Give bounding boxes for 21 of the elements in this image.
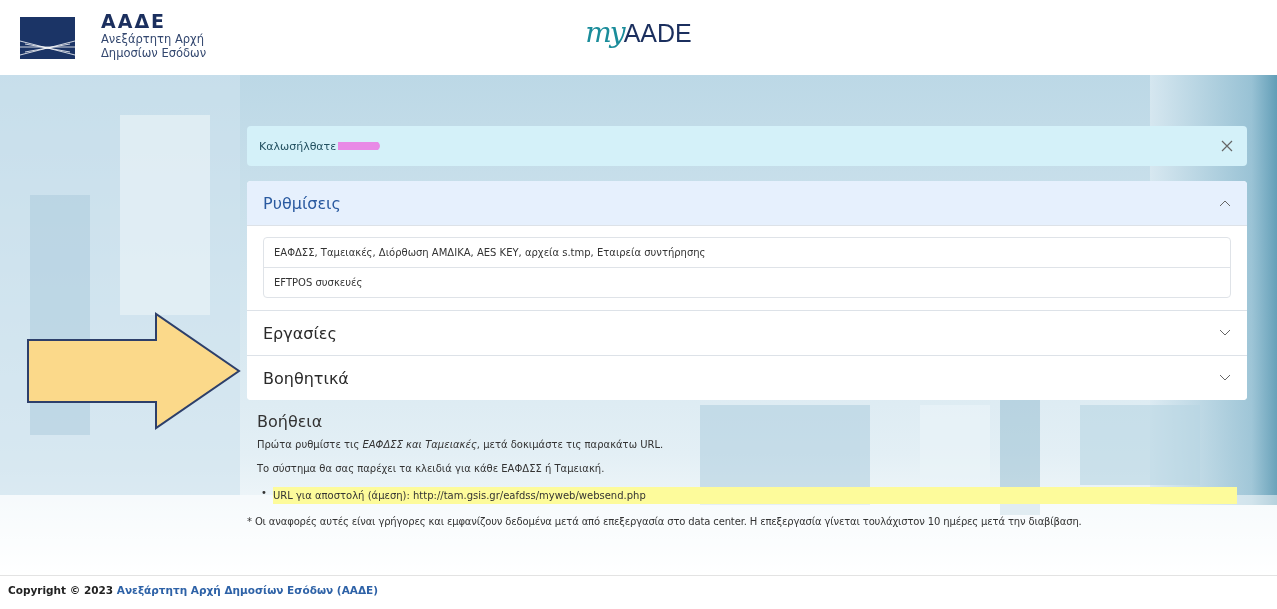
close-button[interactable] — [1219, 138, 1235, 154]
app-logo: myAADE — [585, 16, 692, 49]
accordion-header[interactable]: Ρυθμίσεις — [247, 181, 1247, 226]
org-name: Ανεξάρτητη Αρχή — [101, 31, 205, 46]
list-item[interactable]: ΕΑΦΔΣΣ, Ταμειακές, Διόρθωση ΑΜΔΙΚΑ, AES KEY, αρχεία s.tmp, Εταιρεία συντήρησης — [264, 238, 1230, 267]
list-item[interactable]: EFTPOS συσκευές — [264, 267, 1230, 297]
footnote: * Οι αναφορές αυτές είναι γρήγορες και εμφανίζουν δεδομένα μετά από επεξεργασία στο data center. Η επεξεργασία γίνεται τουλάχιστον 10 ημέρες μετά την διαβίβαση. — [247, 516, 1083, 527]
help-paragraph: Το σύστημα θα σας παρέχει τα κλειδιά για κάθε ΕΑΦΔΣΣ ή Ταμειακή. — [257, 463, 606, 474]
chevron-up-icon — [1219, 199, 1231, 207]
org-name: Δημοσίων Εσόδων — [101, 45, 207, 60]
chevron-down-icon — [1219, 329, 1231, 337]
org-link[interactable]: Ανεξάρτητη Αρχή Δημοσίων Εσόδων (ΑΑΔΕ) — [116, 584, 378, 596]
help-title: Βοήθεια — [257, 412, 324, 431]
help-paragraph: Πρώτα ρυθμίστε τις ΕΑΦΔΣΣ και Ταμειακές, μετά δοκιμάστε τις παρακάτω URL. — [257, 439, 665, 450]
logo-icon — [20, 16, 75, 59]
bullet-marker: • — [261, 487, 267, 500]
url-item: URL για αποστολή (άμεση): http://tam.gsis.gr/eafdss/myweb/websend.php — [272, 487, 1237, 504]
accordion-header[interactable]: Βοηθητικά — [247, 355, 1247, 400]
chevron-down-icon — [1219, 374, 1231, 382]
org-abbreviation: ΑΑΔΕ — [101, 9, 168, 32]
welcome-text: Καλωσήλθατε — [259, 139, 337, 153]
